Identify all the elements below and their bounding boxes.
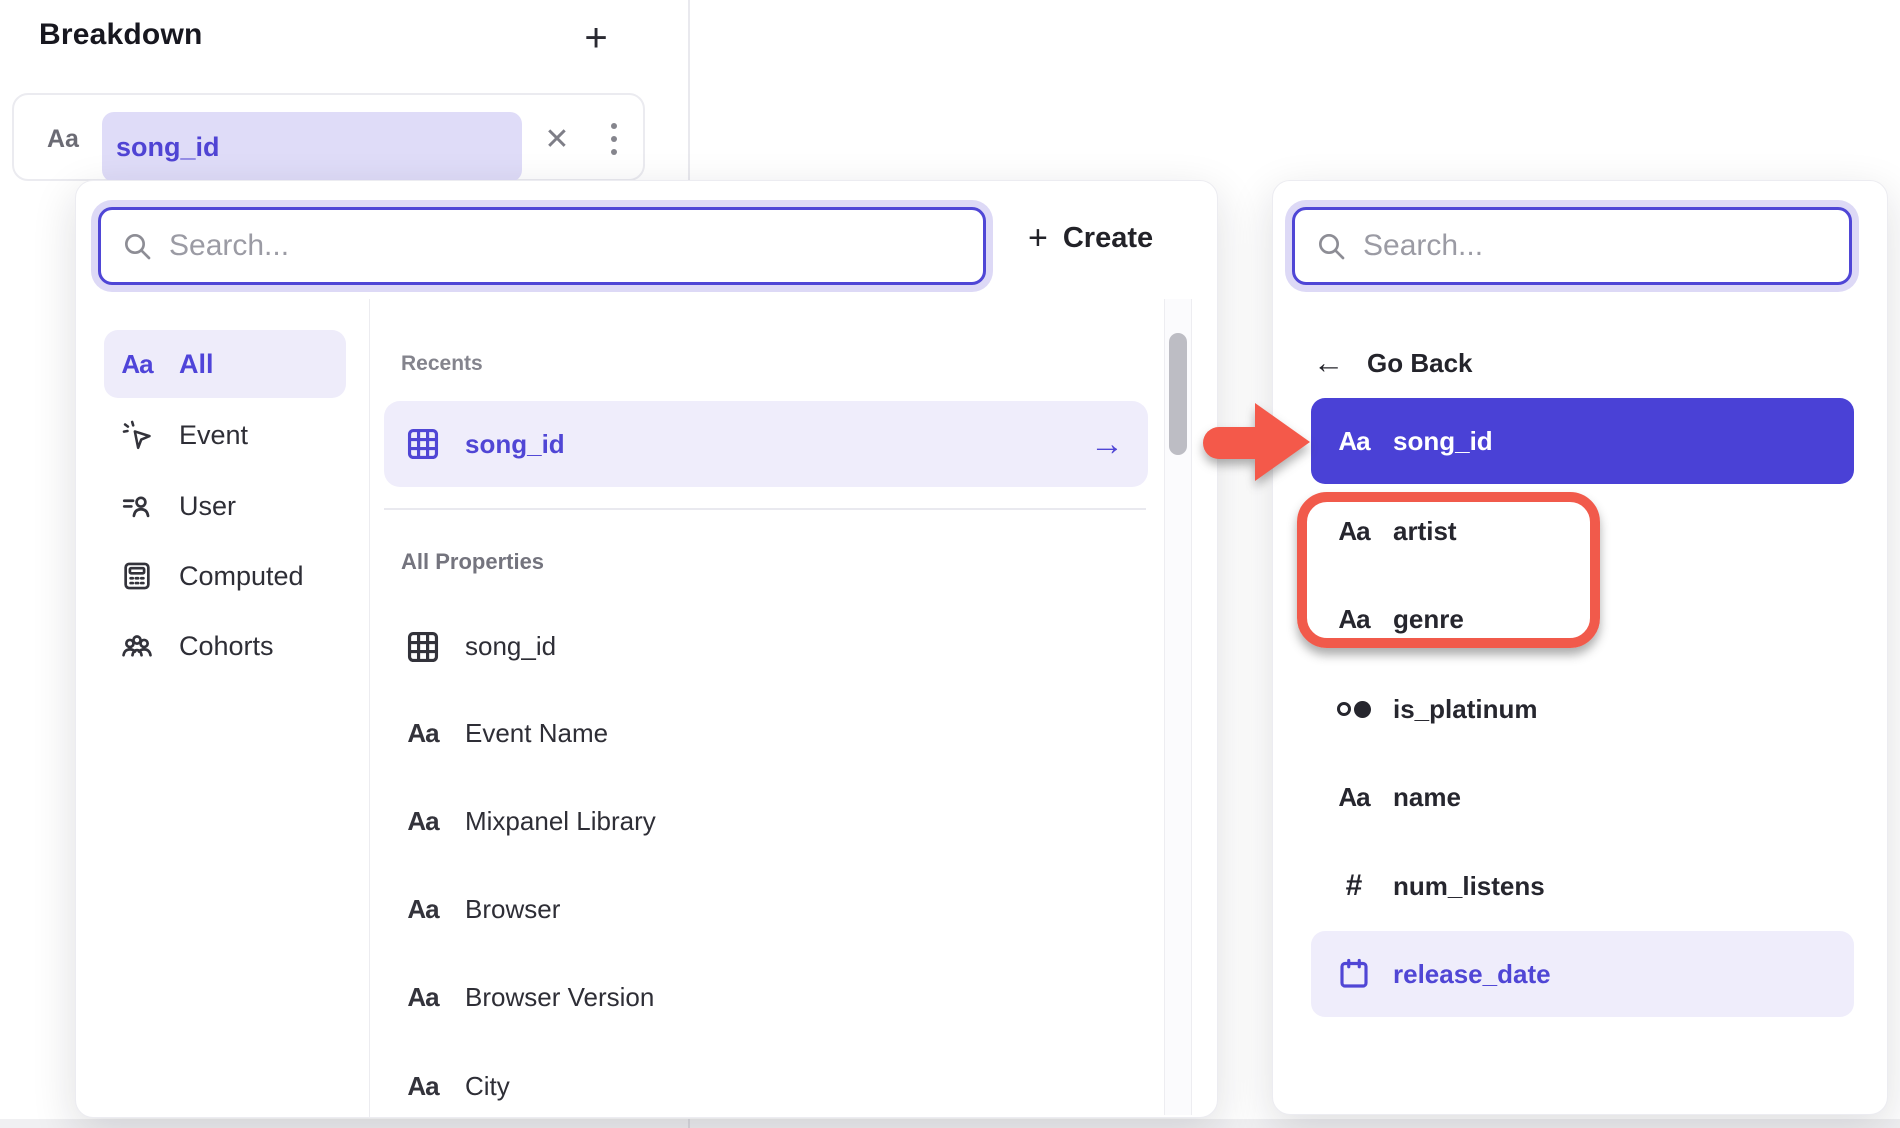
search-icon: [1315, 230, 1347, 262]
text-type-icon: Aa: [401, 806, 445, 837]
number-type-icon: #: [1331, 869, 1377, 903]
category-label: User: [179, 491, 236, 522]
column-divider: [369, 299, 370, 1117]
annotation-arrow-head: [1255, 403, 1310, 481]
nested-search-box[interactable]: [1292, 207, 1852, 285]
property-row-browser-version[interactable]: Aa Browser Version: [384, 954, 1124, 1041]
property-label: Event Name: [465, 718, 608, 749]
plus-icon: +: [1028, 221, 1048, 255]
category-label: All: [179, 349, 214, 380]
category-label: Event: [179, 420, 248, 451]
people-icon: [119, 628, 155, 664]
close-icon: ✕: [544, 122, 569, 157]
property-row-event-name[interactable]: Aa Event Name: [384, 690, 1124, 777]
drill-in-arrow-icon[interactable]: →: [1090, 401, 1124, 487]
create-property-button[interactable]: + Create: [1028, 221, 1153, 255]
text-type-icon: Aa: [401, 718, 445, 749]
go-back-label: Go Back: [1367, 348, 1473, 379]
nested-property-row-song-id[interactable]: Aa song_id: [1311, 398, 1854, 484]
text-type-icon: Aa: [1331, 782, 1377, 813]
nested-property-row-release-date[interactable]: release_date: [1311, 931, 1854, 1017]
property-label: name: [1393, 782, 1461, 813]
breakdown-property-picker-screen: Breakdown + Aa song_id ✕ + Create: [0, 0, 1900, 1128]
text-type-icon: Aa: [401, 1071, 445, 1102]
annotation-rectangle: [1297, 492, 1600, 648]
kebab-dot: [611, 136, 617, 142]
remove-breakdown-button[interactable]: ✕: [532, 95, 582, 183]
breakdown-chip-value[interactable]: song_id: [102, 112, 522, 182]
calendar-icon: [1331, 956, 1377, 992]
scrollbar-thumb[interactable]: [1169, 333, 1187, 455]
text-type-icon: Aa: [401, 982, 445, 1013]
chip-value-label: song_id: [116, 132, 220, 163]
property-label: City: [465, 1071, 510, 1102]
category-tab-all[interactable]: Aa All: [104, 330, 346, 398]
search-input[interactable]: [169, 229, 963, 263]
nested-property-row-num-listens[interactable]: # num_listens: [1311, 843, 1854, 929]
category-tab-event[interactable]: Event: [104, 401, 346, 469]
recents-header: Recents: [401, 352, 483, 376]
category-tab-cohorts[interactable]: Cohorts: [104, 612, 346, 680]
text-type-icon: Aa: [47, 95, 79, 183]
calculator-icon: [119, 558, 155, 594]
breakdown-options-button[interactable]: [592, 95, 636, 183]
text-type-icon: Aa: [119, 346, 155, 382]
create-button-label: Create: [1063, 222, 1153, 255]
category-label: Computed: [179, 561, 304, 592]
property-label: Mixpanel Library: [465, 806, 656, 837]
search-input[interactable]: [1363, 229, 1829, 263]
list-divider: [384, 508, 1146, 510]
nested-property-row-is-platinum[interactable]: is_platinum: [1311, 666, 1854, 752]
property-row-city[interactable]: Aa City: [384, 1043, 1124, 1128]
property-label: is_platinum: [1393, 694, 1537, 725]
property-label: Browser: [465, 894, 560, 925]
kebab-dot: [611, 123, 617, 129]
property-label: song_id: [465, 631, 556, 662]
plus-icon: +: [584, 16, 607, 61]
nested-property-row-name[interactable]: Aa name: [1311, 754, 1854, 840]
recent-property-song-id[interactable]: song_id →: [384, 401, 1148, 487]
boolean-type-icon: [1331, 701, 1377, 718]
kebab-dot: [611, 149, 617, 155]
property-label: num_listens: [1393, 871, 1545, 902]
panel-divider: [688, 0, 690, 181]
event-click-icon: [119, 417, 155, 453]
property-search-box[interactable]: [98, 207, 986, 285]
property-label: song_id: [465, 429, 565, 460]
text-type-icon: Aa: [401, 894, 445, 925]
search-icon: [121, 230, 153, 262]
property-picker-popup: + Create Aa All Event: [75, 180, 1218, 1118]
property-label: Browser Version: [465, 982, 654, 1013]
grid-type-icon: [401, 425, 445, 463]
user-icon: [119, 488, 155, 524]
property-row-song-id[interactable]: song_id: [384, 603, 1124, 690]
annotation-arrow: [1203, 402, 1313, 482]
all-properties-header: All Properties: [401, 549, 544, 575]
property-label: song_id: [1393, 426, 1493, 457]
category-label: Cohorts: [179, 631, 274, 662]
arrow-left-icon: ←: [1313, 345, 1344, 381]
breakdown-section-title: Breakdown: [39, 18, 203, 52]
grid-type-icon: [401, 628, 445, 666]
go-back-button[interactable]: ← Go Back: [1313, 333, 1473, 393]
property-row-browser[interactable]: Aa Browser: [384, 866, 1124, 953]
category-tab-user[interactable]: User: [104, 472, 346, 540]
breakdown-chip: Aa song_id ✕: [12, 93, 645, 181]
property-label: release_date: [1393, 959, 1551, 990]
add-breakdown-button[interactable]: +: [572, 14, 620, 62]
property-row-mixpanel-library[interactable]: Aa Mixpanel Library: [384, 778, 1124, 865]
category-tab-computed[interactable]: Computed: [104, 542, 346, 610]
text-type-icon: Aa: [1331, 426, 1377, 457]
